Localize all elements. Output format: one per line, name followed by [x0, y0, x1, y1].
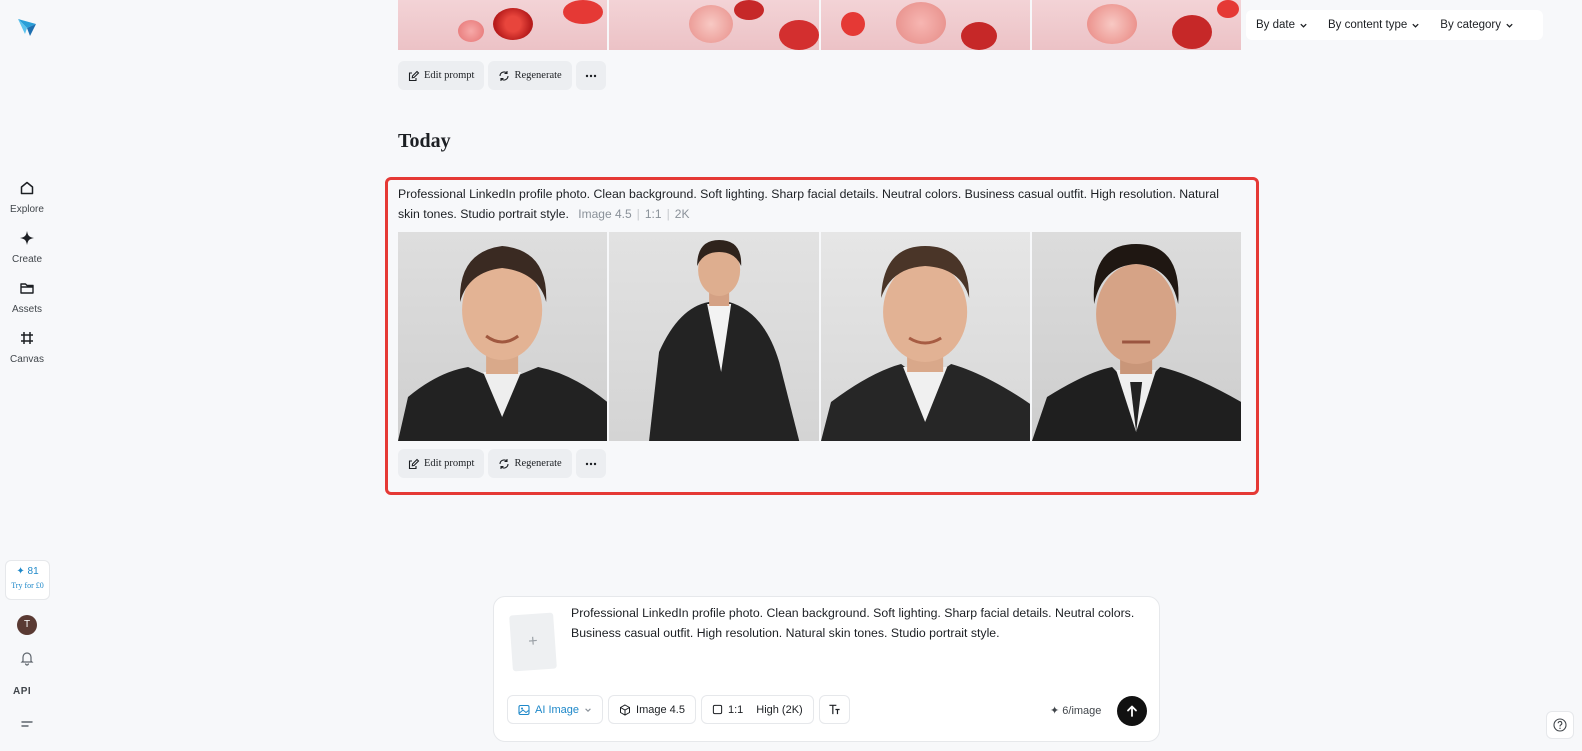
- arrow-up-icon: [1127, 705, 1137, 717]
- help-icon: [1553, 718, 1567, 732]
- credits-count: ✦ 81: [16, 566, 39, 577]
- filter-by-date[interactable]: By date: [1246, 19, 1318, 31]
- chevron-down-icon: [1412, 23, 1419, 28]
- photo-row: [398, 232, 1241, 441]
- section-title: Today: [398, 130, 451, 152]
- home-icon: [20, 181, 34, 195]
- ratio-label: 1:1: [727, 703, 744, 716]
- portrait-image[interactable]: [609, 232, 819, 441]
- mode-select[interactable]: AI Image: [507, 695, 604, 724]
- diamond-icon: [20, 231, 34, 245]
- add-reference-image[interactable]: +: [509, 612, 557, 672]
- filter-by-content-type[interactable]: By content type: [1318, 19, 1430, 31]
- prompt-text: Professional LinkedIn profile photo. Cle…: [398, 187, 1219, 221]
- nav-create[interactable]: Create: [0, 230, 54, 267]
- cost-label: ✦ 6/image: [1050, 705, 1102, 717]
- nav-assets[interactable]: Assets: [0, 280, 54, 317]
- composer-toolbar: AI Image Image 4.5 1:1 High (2K): [507, 695, 850, 724]
- try-label: Try for £0: [11, 581, 44, 590]
- more-button[interactable]: [575, 61, 606, 90]
- cost-value: 6/image: [1062, 705, 1102, 717]
- filter-label: By date: [1256, 19, 1295, 31]
- filter-by-category[interactable]: By category: [1430, 19, 1524, 31]
- rose-image[interactable]: [820, 0, 1030, 50]
- app-logo[interactable]: [16, 16, 38, 38]
- generation-actions: Edit prompt Regenerate: [398, 449, 606, 478]
- nav-canvas[interactable]: Canvas: [0, 330, 54, 367]
- prompt-composer: + Professional LinkedIn profile photo. C…: [493, 596, 1160, 742]
- nav-label: Create: [11, 254, 42, 265]
- api-link[interactable]: API: [13, 686, 31, 697]
- nav-label: Canvas: [10, 354, 44, 365]
- rose-image[interactable]: [1031, 0, 1241, 50]
- more-button[interactable]: [575, 449, 606, 478]
- model-meta: Image 4.5: [578, 207, 632, 221]
- regenerate-label: Regenerate: [514, 458, 562, 469]
- bell-icon[interactable]: [17, 648, 37, 668]
- edit-prompt-button[interactable]: Edit prompt: [398, 61, 485, 90]
- regenerate-button[interactable]: Regenerate: [488, 61, 572, 90]
- portrait-3: [820, 246, 1030, 441]
- edit-prompt-label: Edit prompt: [424, 458, 475, 469]
- menu-icon[interactable]: [17, 714, 37, 734]
- portrait-image[interactable]: [820, 232, 1030, 441]
- chevron-down-icon: [585, 707, 591, 712]
- quality-meta: 2K: [674, 207, 690, 221]
- portrait-1: [398, 246, 608, 441]
- rose-image[interactable]: [398, 0, 608, 50]
- previous-image-row: [398, 0, 1241, 50]
- mode-label: AI Image: [535, 703, 580, 716]
- edit-prompt-label: Edit prompt: [424, 70, 475, 81]
- text-style-button[interactable]: [818, 695, 850, 724]
- model-select[interactable]: Image 4.5: [608, 695, 696, 724]
- nav-label: Assets: [11, 304, 42, 315]
- chevron-down-icon: [1506, 23, 1513, 28]
- square-icon: [712, 704, 723, 715]
- portrait-4: [1031, 244, 1241, 441]
- quality-label: High (2K): [756, 703, 803, 716]
- edit-prompt-button[interactable]: Edit prompt: [398, 449, 485, 478]
- text-icon: [829, 704, 840, 715]
- regenerate-label: Regenerate: [514, 70, 562, 81]
- prompt-input[interactable]: Professional LinkedIn profile photo. Cle…: [571, 603, 1141, 643]
- generation-card: Professional LinkedIn profile photo. Cle…: [385, 177, 1259, 495]
- credits-value: 81: [27, 566, 39, 577]
- more-icon: [585, 74, 596, 77]
- filter-bar: By date By content type By category: [1246, 10, 1543, 40]
- ratio-quality-select[interactable]: 1:1 High (2K): [700, 695, 814, 724]
- refresh-icon: [499, 70, 510, 81]
- filter-label: By category: [1440, 19, 1502, 31]
- portrait-image[interactable]: [398, 232, 608, 441]
- image-icon: [518, 704, 530, 715]
- avatar[interactable]: T: [17, 615, 37, 635]
- generation-prompt: Professional LinkedIn profile photo. Cle…: [398, 187, 1219, 221]
- portrait-image[interactable]: [1031, 232, 1241, 441]
- filter-label: By content type: [1328, 19, 1408, 31]
- edit-icon: [408, 70, 420, 81]
- model-label: Image 4.5: [636, 703, 685, 716]
- rose-image[interactable]: [609, 0, 819, 50]
- edit-icon: [408, 458, 420, 469]
- help-button[interactable]: [1546, 711, 1574, 739]
- nav-explore[interactable]: Explore: [0, 180, 54, 217]
- refresh-icon: [499, 458, 510, 469]
- credits-badge[interactable]: ✦ 81 Try for £0: [5, 560, 50, 600]
- chevron-down-icon: [1300, 23, 1307, 28]
- grid-icon: [21, 332, 33, 344]
- portrait-2: [649, 240, 800, 441]
- more-icon: [585, 462, 596, 465]
- sidebar: Explore Create Assets Canvas ✦ 81 Try fo…: [0, 0, 54, 751]
- nav-label: Explore: [10, 204, 44, 215]
- ratio-meta: 1:1: [644, 207, 662, 221]
- cube-icon: [620, 703, 631, 716]
- folder-icon: [20, 283, 34, 294]
- send-button[interactable]: [1117, 696, 1147, 726]
- regenerate-button[interactable]: Regenerate: [488, 449, 572, 478]
- previous-actions: Edit prompt Regenerate: [398, 61, 606, 90]
